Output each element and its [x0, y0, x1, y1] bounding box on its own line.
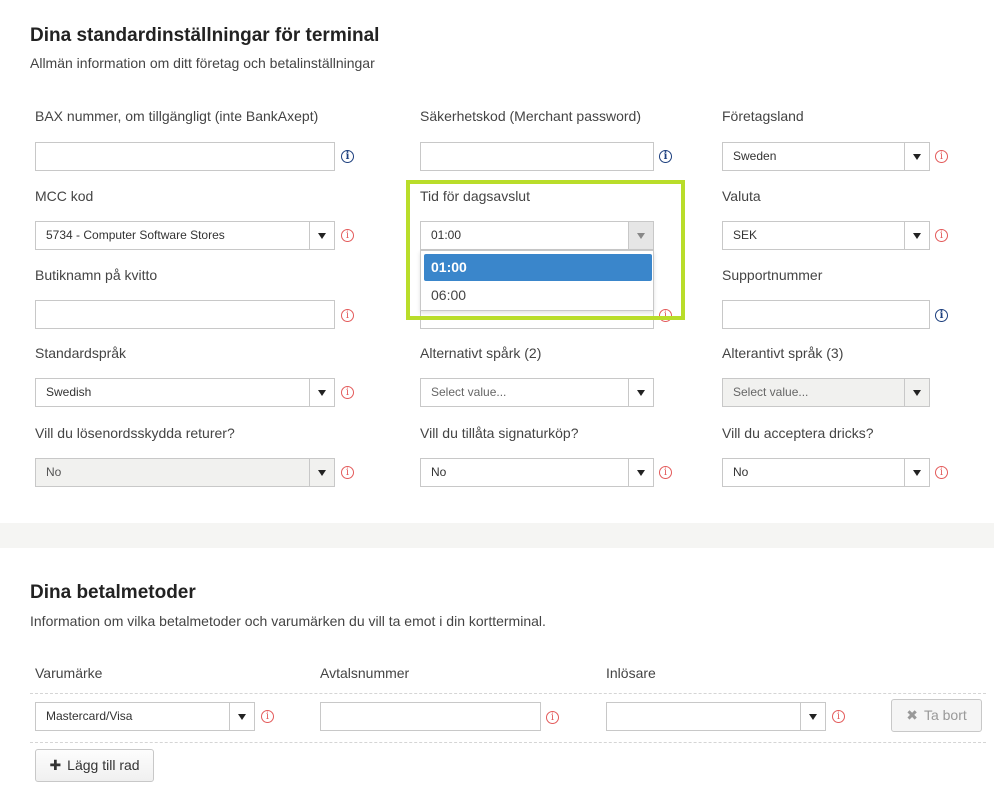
chevron-down-icon[interactable] [229, 703, 254, 730]
warning-icon[interactable]: i [546, 711, 559, 724]
info-icon[interactable]: i [341, 150, 354, 163]
chevron-down-icon[interactable] [309, 459, 334, 486]
chevron-down-icon[interactable] [904, 143, 929, 170]
merchant-password-label: Säkerhetskod (Merchant password) [420, 108, 641, 124]
default-language-value: Swedish [46, 385, 92, 399]
terminal-section-subtitle: Allmän information om ditt företag och b… [30, 55, 375, 71]
country-label: Företagsland [722, 108, 804, 124]
brand-select[interactable]: Mastercard/Visa [35, 702, 255, 731]
warning-icon[interactable]: i [659, 466, 672, 479]
currency-value: SEK [733, 228, 758, 242]
warning-icon[interactable]: i [341, 466, 354, 479]
warning-icon[interactable]: i [832, 710, 845, 723]
warning-icon[interactable]: i [341, 309, 354, 322]
default-language-select[interactable]: Swedish [35, 378, 335, 407]
chevron-down-icon[interactable] [628, 379, 653, 406]
chevron-down-icon[interactable] [628, 459, 653, 486]
tips-select[interactable]: No [722, 458, 930, 487]
default-language-label: Standardspråk [35, 345, 127, 361]
chevron-down-icon[interactable] [800, 703, 825, 730]
signature-purchase-select[interactable]: No [420, 458, 654, 487]
tips-label: Vill du acceptera dricks? [722, 425, 874, 441]
terminal-section-title: Dina standardinställningar för terminal [30, 25, 380, 46]
alt-language-2-label: Alternativt spårk (2) [420, 345, 542, 361]
column-brand-header: Varumärke [35, 665, 103, 681]
column-acquirer-header: Inlösare [606, 665, 656, 681]
mcc-label: MCC kod [35, 188, 94, 204]
chevron-down-icon[interactable] [904, 222, 929, 249]
merchant-password-input[interactable] [420, 142, 654, 171]
close-icon: ✖ [906, 707, 918, 723]
alt-language-2-select[interactable]: Select value... [420, 378, 654, 407]
warning-icon[interactable]: i [341, 386, 354, 399]
closing-time-option[interactable]: 06:00 [424, 282, 652, 309]
payment-section-title: Dina betalmetoder [30, 582, 196, 603]
currency-select[interactable]: SEK [722, 221, 930, 250]
support-number-input[interactable] [722, 300, 930, 329]
signature-purchase-value: No [431, 465, 447, 479]
tips-value: No [733, 465, 749, 479]
country-value: Sweden [733, 149, 777, 163]
chevron-down-icon[interactable] [309, 379, 334, 406]
store-name-label: Butiknamn på kvitto [35, 267, 158, 283]
warning-icon[interactable]: i [935, 229, 948, 242]
warning-icon[interactable]: i [935, 150, 948, 163]
store-name-input[interactable] [35, 300, 335, 329]
mcc-select[interactable]: 5734 - Computer Software Stores [35, 221, 335, 250]
alt-language-3-placeholder: Select value... [733, 385, 809, 399]
closing-time-dropdown: 01:00 06:00 [420, 250, 654, 311]
brand-value: Mastercard/Visa [46, 709, 133, 723]
remove-row-label: Ta bort [923, 707, 967, 723]
acquirer-select[interactable] [606, 702, 826, 731]
chevron-down-icon[interactable] [904, 459, 929, 486]
add-row-button[interactable]: ✚ Lägg till rad [35, 749, 154, 782]
currency-label: Valuta [722, 188, 761, 204]
row-divider [30, 742, 986, 743]
warning-icon[interactable]: i [261, 710, 274, 723]
warning-icon[interactable]: i [935, 466, 948, 479]
bax-input[interactable] [35, 142, 335, 171]
remove-row-button[interactable]: ✖ Ta bort [891, 699, 982, 732]
column-agreement-header: Avtalsnummer [320, 665, 410, 681]
plus-icon: ✚ [49, 757, 62, 773]
support-number-label: Supportnummer [722, 267, 823, 283]
info-icon[interactable]: i [659, 150, 672, 163]
closing-time-option-selected[interactable]: 01:00 [424, 254, 652, 281]
warning-icon[interactable]: i [341, 229, 354, 242]
signature-purchase-label: Vill du tillåta signaturköp? [420, 425, 579, 441]
payment-methods-section: Dina betalmetoder Information om vilka b… [0, 548, 994, 801]
password-returns-select[interactable]: No [35, 458, 335, 487]
alt-language-3-label: Alterantivt språk (3) [722, 345, 844, 361]
password-returns-label: Vill du lösenordsskydda returer? [35, 425, 235, 441]
chevron-down-icon[interactable] [309, 222, 334, 249]
info-icon[interactable]: i [935, 309, 948, 322]
alt-language-2-placeholder: Select value... [431, 385, 507, 399]
bax-label: BAX nummer, om tillgängligt (inte BankAx… [35, 108, 319, 124]
mcc-value: 5734 - Computer Software Stores [46, 228, 225, 242]
chevron-down-icon[interactable] [904, 379, 929, 406]
payment-section-subtitle: Information om vilka betalmetoder och va… [30, 613, 546, 629]
country-select[interactable]: Sweden [722, 142, 930, 171]
alt-language-3-select[interactable]: Select value... [722, 378, 930, 407]
password-returns-value: No [46, 465, 62, 479]
add-row-label: Lägg till rad [67, 757, 140, 773]
terminal-settings-section: Dina standardinställningar för terminal … [0, 0, 994, 523]
row-divider [30, 693, 986, 694]
section-divider [0, 523, 994, 548]
agreement-number-input[interactable] [320, 702, 541, 731]
